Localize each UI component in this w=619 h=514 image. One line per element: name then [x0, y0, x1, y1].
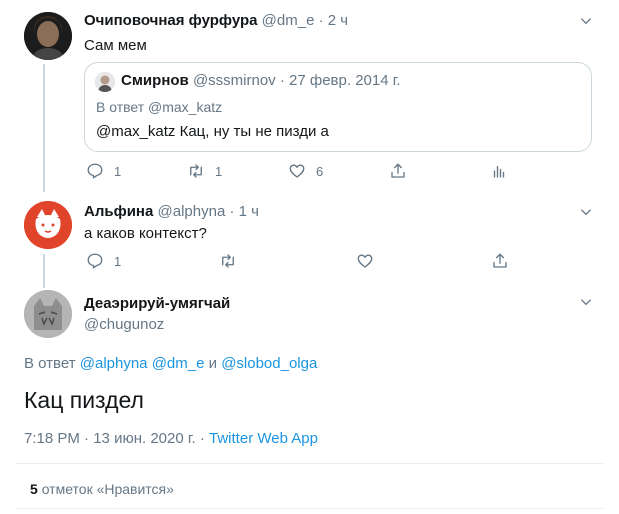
divider [16, 508, 603, 509]
separator: · [229, 203, 235, 220]
author-handle[interactable]: @dm_e [262, 12, 315, 29]
reply-user-link[interactable]: @dm_e [152, 355, 205, 372]
reply-icon [87, 253, 103, 269]
likes-stat[interactable]: 5 отметок «Нравится» [30, 481, 174, 497]
avatar[interactable] [24, 290, 72, 338]
tweet-date[interactable]: 13 июн. 2020 г. [93, 430, 195, 447]
quote-date: 27 февр. 2014 г. [289, 72, 401, 89]
author-name[interactable]: Очиповочная фурфура [84, 12, 257, 29]
tweet-time[interactable]: 7:18 PM [24, 430, 80, 447]
chevron-down-icon[interactable] [577, 12, 595, 30]
retweet-button[interactable]: 1 [187, 162, 222, 180]
share-icon [391, 163, 405, 178]
reply-context: В ответ @alphyna @dm_e и @slobod_olga [24, 355, 317, 372]
like-count: 6 [316, 163, 324, 179]
chevron-down-icon[interactable] [577, 293, 595, 311]
tweet-text: Сам мем [84, 37, 147, 54]
like-icon [357, 254, 373, 268]
thread-line-2 [43, 254, 45, 288]
analytics-button[interactable] [490, 162, 508, 180]
likes-count: 5 [30, 481, 38, 497]
reply-count: 1 [114, 163, 122, 179]
separator: · [279, 72, 285, 89]
retweet-button[interactable] [219, 252, 237, 270]
reply-user-link[interactable]: @alphyna [80, 355, 148, 372]
reply-button[interactable]: 1 [86, 162, 121, 180]
separator: · [84, 430, 90, 447]
author-handle[interactable]: @chugunoz [84, 316, 164, 333]
reply-button[interactable]: 1 [86, 252, 121, 270]
share-icon [493, 253, 507, 268]
avatar [95, 72, 115, 92]
author-name[interactable]: Деаэрируй-умягчай [84, 295, 230, 312]
share-button[interactable] [389, 162, 407, 180]
author-handle: @sssmirnov [192, 72, 276, 89]
author-handle[interactable]: @alphyna [158, 203, 226, 220]
tweet-time[interactable]: 1 ч [239, 203, 259, 220]
chevron-down-icon[interactable] [577, 203, 595, 221]
avatar-image [95, 72, 115, 92]
avatar[interactable] [24, 201, 72, 249]
author-name[interactable]: Альфина [84, 203, 153, 220]
like-button[interactable] [356, 252, 374, 270]
thread-line-1 [43, 64, 45, 192]
reply-user-link[interactable]: @slobod_olga [221, 355, 317, 372]
retweet-icon [222, 254, 234, 268]
share-button[interactable] [491, 252, 509, 270]
retweet-icon [190, 164, 202, 178]
divider [16, 463, 603, 464]
reply-count: 1 [114, 253, 122, 269]
author-name: Смирнов [121, 72, 189, 89]
retweet-count: 1 [215, 163, 223, 179]
reply-icon [87, 163, 103, 179]
avatar-image [24, 201, 72, 249]
reply-context: В ответ @max_katz [96, 99, 223, 115]
separator: · [199, 430, 205, 447]
like-icon [289, 164, 305, 178]
analytics-icon [493, 165, 505, 178]
quoted-tweet[interactable]: Смирнов @sssmirnov · 27 февр. 2014 г. В … [84, 62, 592, 152]
quote-text: @max_katz Кац, ну ты не пизди а [96, 123, 329, 140]
source-link[interactable]: Twitter Web App [209, 430, 318, 447]
separator: · [318, 12, 324, 29]
avatar-image [24, 290, 72, 338]
reply-prefix: В ответ [24, 355, 76, 372]
reply-and: и [208, 355, 218, 372]
tweet-meta: 7:18 PM · 13 июн. 2020 г. · Twitter Web … [24, 430, 318, 447]
tweet-text: Кац пиздел [24, 387, 144, 413]
likes-label: отметок «Нравится» [41, 481, 174, 497]
tweet-time[interactable]: 2 ч [328, 12, 348, 29]
avatar[interactable] [24, 12, 72, 60]
avatar-image [24, 12, 72, 60]
tweet-text: а каков контекст? [84, 225, 207, 242]
like-button[interactable]: 6 [288, 162, 323, 180]
